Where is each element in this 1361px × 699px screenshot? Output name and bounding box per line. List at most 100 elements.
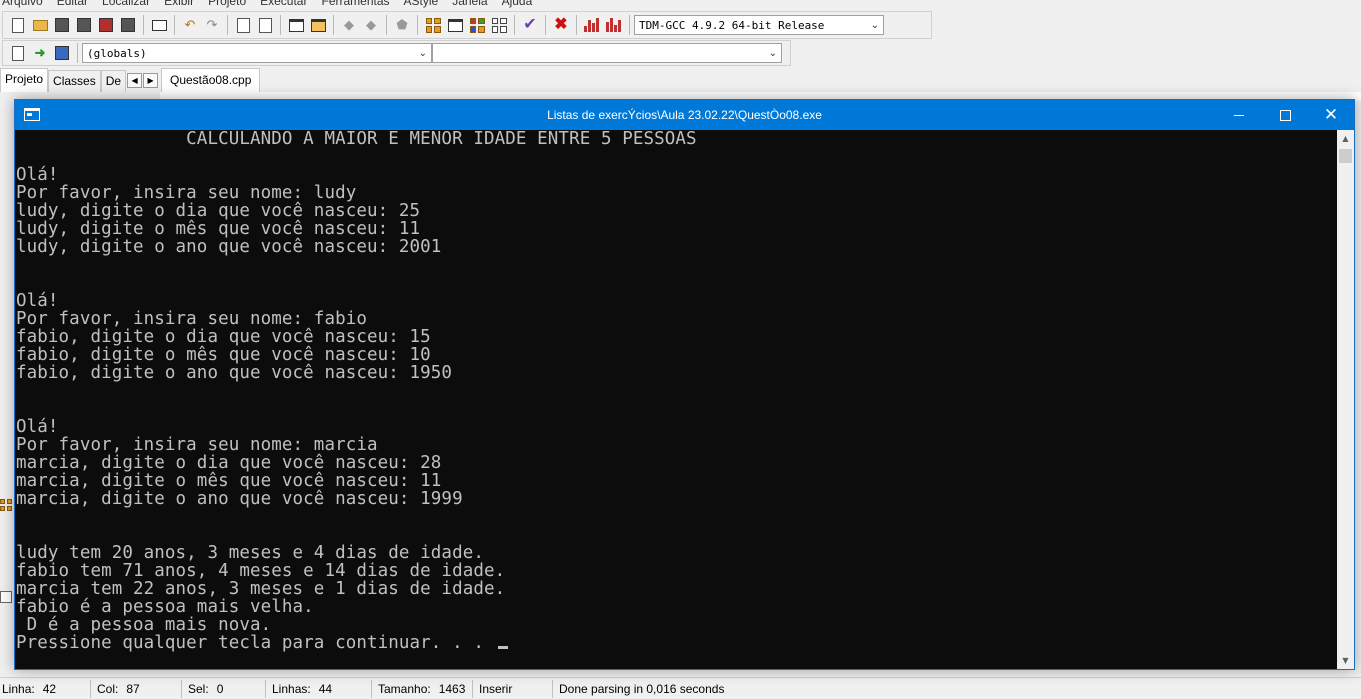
replace-icon[interactable] <box>256 16 274 34</box>
grid-icon[interactable] <box>490 16 508 34</box>
editor-file-tab[interactable]: Questão08.cpp <box>161 68 261 92</box>
console-titlebar[interactable]: Listas de exercÝcios\Aula 23.02.22\Quest… <box>15 100 1354 130</box>
scope-select[interactable]: (globals) ⌄ <box>82 43 432 63</box>
toolbar-separator <box>174 15 175 35</box>
tab-projeto[interactable]: Projeto <box>0 68 49 92</box>
status-mode-value: Inserir <box>479 681 513 696</box>
tab-scroll-right-icon[interactable]: ▶ <box>143 72 159 88</box>
status-sel-label: Sel: <box>188 681 209 696</box>
profile-icon[interactable] <box>583 16 601 34</box>
print-icon[interactable] <box>150 16 168 34</box>
menu-ajuda[interactable]: Ajuda <box>502 0 533 8</box>
panel-grid-icon[interactable] <box>0 499 14 513</box>
menu-localizar[interactable]: Localizar <box>102 0 150 8</box>
console-line: fabio, digite o ano que você nasceu: 195… <box>16 363 453 383</box>
comment-icon[interactable]: ⬟ <box>393 16 411 34</box>
console-line: ludy, digite o mês que você nasceu: 11 <box>16 219 421 239</box>
new-project-icon[interactable] <box>424 16 442 34</box>
status-size: Tamanho: 1463 <box>372 679 473 698</box>
tab-scroll-left-icon[interactable]: ◀ <box>127 72 143 88</box>
status-size-value: 1463 <box>438 681 466 696</box>
open-folder-icon[interactable] <box>31 16 49 34</box>
function-select[interactable]: ⌄ <box>432 43 782 63</box>
class-browser-icon[interactable] <box>468 16 486 34</box>
profile-delete-icon[interactable] <box>605 16 623 34</box>
toolbar-separator <box>227 15 228 35</box>
status-sel-value: 0 <box>216 681 224 696</box>
console-prompt-line: Pressione qualquer tecla para continuar.… <box>16 634 1337 652</box>
new-file-icon[interactable] <box>9 16 27 34</box>
console-line: CALCULANDO A MAIOR E MENOR IDADE ENTRE 5… <box>16 130 697 149</box>
console-line: ludy, digite o ano que você nasceu: 2001 <box>16 237 442 257</box>
console-line: fabio, digite o dia que você nasceu: 15 <box>16 327 431 347</box>
toolbar-separator <box>333 15 334 35</box>
main-toolbar: ↶ ↷ ◆ ◆ ⬟ ✔ ✖ TDM-GCC 4.9.2 64-bit Relea… <box>2 11 932 39</box>
menu-janela[interactable]: Janela <box>452 0 487 8</box>
console-line: Por favor, insira seu nome: ludy <box>16 183 357 203</box>
indent-icon[interactable] <box>287 16 305 34</box>
chevron-down-icon: ⌄ <box>870 19 879 31</box>
bookmark-next-icon[interactable]: ◆ <box>362 16 380 34</box>
menu-arquivo[interactable]: Arquivo <box>2 0 43 8</box>
check-syntax-icon[interactable]: ✔ <box>521 16 539 34</box>
menu-executar[interactable]: Executar <box>260 0 307 8</box>
unindent-icon[interactable] <box>309 16 327 34</box>
toolbar-separator <box>545 15 546 35</box>
status-col-value: 87 <box>126 681 140 696</box>
close-file-icon[interactable] <box>97 16 115 34</box>
bookmark-prev-icon[interactable]: ◆ <box>340 16 358 34</box>
find-icon[interactable] <box>234 16 252 34</box>
close-button[interactable]: ✕ <box>1308 100 1354 130</box>
status-lines-value: 44 <box>318 681 333 696</box>
scroll-down-icon[interactable]: ▼ <box>1337 652 1354 669</box>
console-line: marcia, digite o dia que você nasceu: 28 <box>16 453 442 473</box>
compiler-select-value: TDM-GCC 4.9.2 64-bit Release <box>639 18 825 32</box>
tab-classes[interactable]: Classes <box>48 70 101 92</box>
status-line: Linha: 42 <box>0 679 91 698</box>
tab-debug[interactable]: De <box>100 70 127 92</box>
compiler-select[interactable]: TDM-GCC 4.9.2 64-bit Release ⌄ <box>634 15 884 35</box>
toolbar-separator <box>386 15 387 35</box>
close-all-icon[interactable] <box>119 16 137 34</box>
scroll-up-icon[interactable]: ▲ <box>1337 130 1354 147</box>
project-options-icon[interactable] <box>53 44 71 62</box>
maximize-button[interactable] <box>1262 100 1308 130</box>
secondary-toolbar: ➜ (globals) ⌄ ⌄ <box>2 40 791 66</box>
console-line: marcia, digite o ano que você nasceu: 19… <box>16 489 463 509</box>
status-message-text: Done parsing in 0,016 seconds <box>559 681 725 696</box>
redo-icon[interactable]: ↷ <box>203 16 221 34</box>
menu-exibir[interactable]: Exibir <box>164 0 194 8</box>
panel-checkbox-icon[interactable] <box>0 591 12 603</box>
console-window[interactable]: Listas de exercÝcios\Aula 23.02.22\Quest… <box>14 99 1355 670</box>
save-icon[interactable] <box>53 16 71 34</box>
text-cursor <box>497 646 508 649</box>
console-line: Por favor, insira seu nome: fabio <box>16 309 367 329</box>
toolbar-separator <box>576 15 577 35</box>
add-to-project-icon[interactable]: ➜ <box>31 44 49 62</box>
menu-ferramentas[interactable]: Ferramentas <box>321 0 389 8</box>
minimize-icon <box>1234 114 1244 116</box>
doc-icon[interactable] <box>9 44 27 62</box>
console-line: fabio é a pessoa mais velha. <box>16 597 314 617</box>
menu-astyle[interactable]: AStyle <box>404 0 439 8</box>
toolbar-separator <box>280 15 281 35</box>
status-col-label: Col: <box>97 681 119 696</box>
chevron-down-icon: ⌄ <box>418 47 427 59</box>
status-message: Done parsing in 0,016 seconds <box>553 680 730 698</box>
menu-editar[interactable]: Editar <box>57 0 88 8</box>
minimize-button[interactable] <box>1216 100 1262 130</box>
close-icon: ✕ <box>1323 104 1339 125</box>
console-output[interactable]: CALCULANDO A MAIOR E MENOR IDADE ENTRE 5… <box>15 130 1337 669</box>
menu-projeto[interactable]: Projeto <box>208 0 246 8</box>
window-icon[interactable] <box>446 16 464 34</box>
toolbar-separator <box>514 15 515 35</box>
save-all-icon[interactable] <box>75 16 93 34</box>
console-scrollbar[interactable]: ▲ ▼ <box>1337 130 1354 669</box>
console-line: ludy, digite o dia que você nasceu: 25 <box>16 201 421 221</box>
toolbar-separator <box>629 15 630 35</box>
scroll-thumb[interactable] <box>1339 149 1352 163</box>
delete-icon[interactable]: ✖ <box>552 16 570 34</box>
undo-icon[interactable]: ↶ <box>181 16 199 34</box>
